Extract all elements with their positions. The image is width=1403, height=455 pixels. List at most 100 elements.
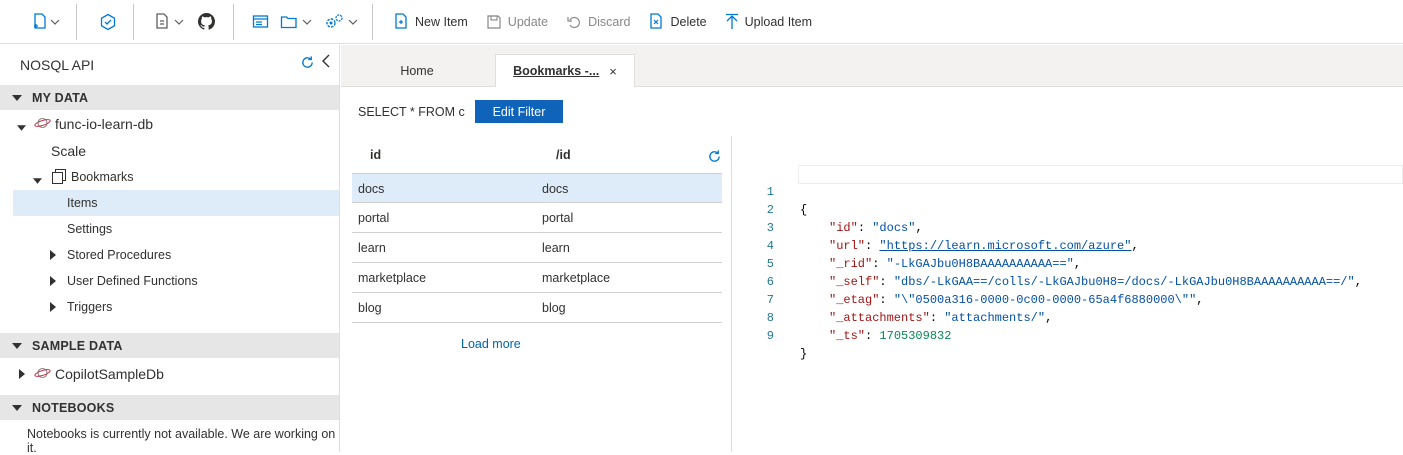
tab-bookmarks-items[interactable]: Bookmarks -... × [495, 54, 635, 87]
github-icon[interactable] [198, 8, 215, 36]
section-sample-data[interactable]: SAMPLE DATA [0, 333, 339, 358]
json-key: "_etag" [829, 293, 880, 307]
undo-icon [567, 16, 580, 28]
section-title: NOTEBOOKS [32, 400, 115, 415]
refresh-icon[interactable] [300, 55, 315, 73]
open-query-icon[interactable] [154, 8, 170, 36]
column-header-id[interactable]: id [370, 148, 381, 162]
filter-bar: SELECT * FROM c Edit Filter [341, 88, 1403, 136]
editor-line: 9 } [732, 309, 807, 361]
settings-gear-icon[interactable] [324, 8, 344, 36]
table-row[interactable]: portal portal [352, 203, 722, 233]
caret-down-icon [33, 173, 42, 187]
cell-id: learn [358, 241, 386, 255]
tree-item-label: Scale [51, 143, 87, 159]
chevron-down-icon[interactable] [302, 15, 312, 29]
chevron-down-icon[interactable] [174, 15, 184, 29]
tree-item-settings[interactable]: Settings [0, 216, 339, 242]
section-notebooks[interactable]: NOTEBOOKS [0, 395, 339, 420]
tree-item-label: Stored Procedures [67, 248, 172, 262]
caret-down-icon [17, 120, 26, 134]
tree-item-items[interactable]: Items [13, 190, 339, 216]
new-item-label: New Item [415, 14, 468, 29]
json-key: "_ts" [829, 329, 866, 343]
json-document-editor[interactable]: 1 { 2 "id": "docs", 3 "url": "https://le… [732, 160, 1403, 452]
tab-label: Bookmarks -... [513, 64, 600, 78]
table-row[interactable]: blog blog [352, 293, 722, 323]
cell-partition-key: blog [542, 301, 566, 315]
new-item-button[interactable]: New Item [387, 8, 474, 36]
editor-line: 6 "_etag": "\"0500a316-0000-0c00-0000-65… [732, 255, 1204, 307]
tree-item-label: func-io-learn-db [55, 116, 154, 132]
json-number-value: 1705309832 [879, 329, 952, 343]
caret-right-icon [50, 301, 56, 315]
container-icon [52, 169, 66, 187]
json-key: "_attachments" [829, 311, 930, 325]
toolbar-divider [133, 3, 134, 40]
caret-right-icon [19, 368, 25, 382]
tree-item-stored-procedures[interactable]: Stored Procedures [0, 242, 339, 268]
chevron-down-icon[interactable] [50, 15, 60, 29]
json-close-brace: } [800, 347, 808, 361]
json-url-value[interactable]: "https://learn.microsoft.com/azure" [879, 239, 1131, 253]
tree-item-user-defined-functions[interactable]: User Defined Functions [0, 268, 339, 294]
discard-button[interactable]: Discard [560, 8, 636, 36]
copilot-icon[interactable] [99, 8, 117, 36]
section-title: MY DATA [32, 90, 89, 105]
current-line-highlight [798, 165, 1403, 184]
toolbar-divider [76, 3, 77, 40]
delete-button[interactable]: Delete [642, 8, 712, 36]
new-notebook-icon[interactable] [252, 8, 270, 36]
api-title: NOSQL API [20, 57, 95, 73]
column-header-partition-key[interactable]: /id [556, 148, 571, 162]
caret-right-icon [50, 275, 56, 289]
new-item-icon [395, 12, 407, 29]
chevron-down-icon[interactable] [348, 15, 358, 29]
table-row[interactable]: marketplace marketplace [352, 263, 722, 293]
json-value: "\"0500a316-0000-0c00-0000-65a4f6880000\… [893, 293, 1197, 307]
query-text: SELECT * FROM c [358, 105, 465, 119]
save-icon [487, 14, 501, 29]
load-more-link[interactable]: Load more [461, 337, 521, 351]
database-planet-icon [34, 366, 51, 383]
delete-document-icon [650, 12, 663, 29]
collapse-panel-icon[interactable] [321, 54, 331, 71]
tab-home[interactable]: Home [341, 54, 493, 87]
tree-item-sample-db[interactable]: CopilotSampleDb [0, 358, 339, 388]
edit-filter-button[interactable]: Edit Filter [475, 100, 563, 123]
refresh-icon[interactable] [707, 149, 722, 167]
close-icon[interactable]: × [609, 64, 617, 79]
table-row[interactable]: learn learn [352, 233, 722, 263]
upload-item-label: Upload Item [744, 14, 813, 29]
tree-item-container[interactable]: Bookmarks [0, 164, 339, 190]
upload-item-button[interactable]: Upload Item [719, 8, 818, 36]
database-planet-icon [34, 116, 51, 133]
cell-id: portal [358, 211, 390, 225]
tree-item-database[interactable]: func-io-learn-db [0, 110, 339, 138]
section-title: SAMPLE DATA [32, 338, 123, 353]
tree-item-triggers[interactable]: Triggers [0, 294, 339, 320]
update-button[interactable]: Update [480, 8, 554, 36]
resource-tree-header: NOSQL API [0, 45, 339, 85]
json-value: "docs" [872, 221, 916, 235]
cell-partition-key: portal [542, 211, 574, 225]
tab-bar: Home Bookmarks -... × [341, 45, 1403, 87]
new-container-icon[interactable] [32, 8, 48, 36]
json-value: "-LkGAJbu0H8BAAAAAAAAAA==" [886, 257, 1074, 271]
folder-icon[interactable] [280, 8, 298, 36]
caret-down-icon [12, 93, 22, 103]
section-my-data[interactable]: MY DATA [0, 85, 339, 110]
json-key: "_self" [829, 275, 880, 289]
table-row[interactable]: docs docs [352, 173, 722, 203]
update-label: Update [507, 14, 549, 29]
editor-line: 2 "id": "docs", [732, 183, 923, 235]
editor-line: 8 "_ts": 1705309832 [732, 291, 952, 343]
tree-item-label: CopilotSampleDb [55, 366, 164, 382]
tree-item-scale[interactable]: Scale [0, 138, 339, 164]
tree-item-label: Items [67, 196, 98, 210]
tree-item-label: Bookmarks [71, 170, 134, 184]
cell-id: blog [358, 301, 382, 315]
delete-label: Delete [670, 14, 707, 29]
caret-down-icon [12, 403, 22, 413]
editor-line: 4 "_rid": "-LkGAJbu0H8BAAAAAAAAAA==", [732, 219, 1081, 271]
